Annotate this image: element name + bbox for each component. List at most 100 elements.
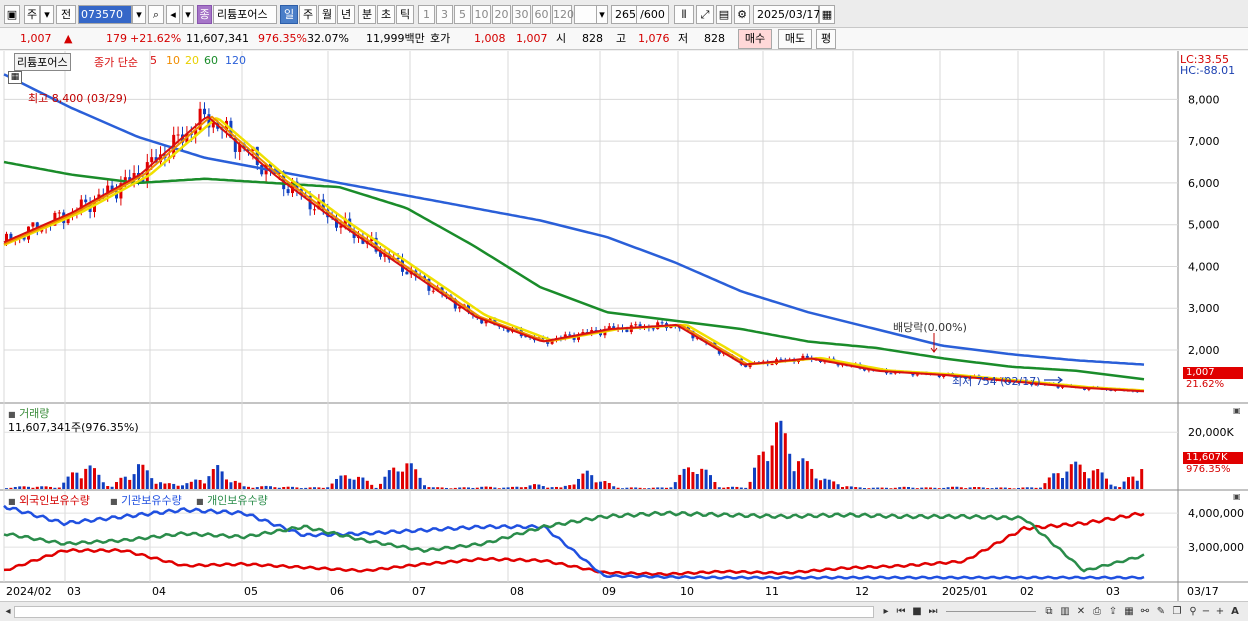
sound-icon[interactable]: ◂ xyxy=(166,5,180,24)
volume-bar xyxy=(229,482,233,489)
stock-name-field[interactable]: 리튬포어스 xyxy=(213,5,277,24)
volume-bar xyxy=(387,470,391,489)
volume-bar xyxy=(154,483,158,489)
volume-bar xyxy=(357,476,360,489)
calendar-icon[interactable]: ▦ xyxy=(819,5,835,24)
volume-bar xyxy=(242,486,246,489)
print-icon[interactable]: ⎙ xyxy=(1090,605,1104,619)
volume-bar xyxy=(695,474,699,489)
volume-bar xyxy=(893,487,897,489)
tab-period-tick[interactable]: 틱 xyxy=(396,5,414,24)
zoom-out-icon[interactable]: − xyxy=(1200,605,1212,619)
count-input[interactable]: 265 xyxy=(611,5,637,24)
volume-bar xyxy=(709,475,712,489)
volume-bar xyxy=(1047,477,1051,489)
ma5-legend: 5 xyxy=(150,54,157,67)
tab-period-second[interactable]: 초 xyxy=(377,5,395,24)
grid-toggle-icon[interactable]: ▦ xyxy=(1122,605,1136,619)
tab-period-month[interactable]: 월 xyxy=(318,5,336,24)
chart-type-icon[interactable]: ⫴ xyxy=(674,5,694,24)
chart-area[interactable]: 2024/02 03 04 05 06 07 08 09 10 11 12 2025/01 02 03 03… xyxy=(0,43,1248,601)
prev-button[interactable]: 전 xyxy=(56,5,76,24)
font-size-icon[interactable]: A xyxy=(1228,605,1242,619)
volume-bar xyxy=(656,487,660,489)
volume-bar xyxy=(625,487,629,489)
eval-button[interactable]: 평 xyxy=(816,29,836,49)
date-input[interactable]: 2025/03/17 xyxy=(753,5,820,24)
zoom-in-icon[interactable]: ⚲ xyxy=(1186,605,1200,619)
tab-period-minute[interactable]: 분 xyxy=(358,5,376,24)
volume-bar xyxy=(53,487,57,489)
high-label: 고 xyxy=(616,32,627,45)
export-icon[interactable]: ⇪ xyxy=(1106,605,1120,619)
tab-period-week[interactable]: 주 xyxy=(299,5,317,24)
market-select[interactable]: 주 xyxy=(24,5,40,24)
price-panel-title[interactable]: 리튬포어스 xyxy=(14,53,71,71)
save-icon[interactable]: ▤ xyxy=(716,5,732,24)
volume-bar xyxy=(946,487,950,489)
x-tick-label: 12 xyxy=(855,585,869,598)
sell-button[interactable]: 매도 xyxy=(778,29,812,49)
interval-30[interactable]: 30 xyxy=(512,5,531,24)
volume-bar xyxy=(18,486,22,489)
x-tick-label: 02 xyxy=(1020,585,1034,598)
institution-legend[interactable]: ■ 기관보유수량 xyxy=(110,492,182,508)
volume-panel-close-icon[interactable]: ▣ xyxy=(1233,406,1241,415)
volume-bar xyxy=(137,464,140,489)
volume-bar xyxy=(1078,464,1082,489)
volume-bar xyxy=(220,471,224,489)
window-menu-icon[interactable]: ▣ xyxy=(4,5,20,24)
interval-60[interactable]: 60 xyxy=(532,5,551,24)
scroll-left-icon[interactable]: ◂ xyxy=(2,605,14,619)
holdings-panel-close-icon[interactable]: ▣ xyxy=(1233,492,1241,501)
interval-120[interactable]: 120 xyxy=(552,5,574,24)
volume-bar xyxy=(1043,483,1047,489)
interval-10[interactable]: 10 xyxy=(472,5,491,24)
gear-icon[interactable]: ⚙ xyxy=(734,5,750,24)
draw-tool-icon[interactable]: ⤢ xyxy=(696,5,714,24)
volume-bar xyxy=(651,487,655,489)
volume-bar xyxy=(819,480,822,489)
volume-bar xyxy=(599,481,602,489)
volume-bar xyxy=(726,487,730,489)
pen-icon[interactable]: ✎ xyxy=(1154,605,1168,619)
zoom-plus-icon[interactable]: + xyxy=(1214,605,1226,619)
interval-5[interactable]: 5 xyxy=(454,5,471,24)
volume-bar xyxy=(687,467,690,489)
volume-bar xyxy=(942,487,946,489)
copy-icon[interactable]: ⧉ xyxy=(1042,605,1056,619)
foreign-legend[interactable]: ■ 외국인보유수량 xyxy=(8,492,90,508)
volume-bar xyxy=(621,488,624,489)
volume-bar xyxy=(827,479,831,489)
market-dropdown-icon[interactable]: ▾ xyxy=(40,5,54,24)
interval-20[interactable]: 20 xyxy=(492,5,511,24)
search-icon[interactable]: ⌕ xyxy=(148,5,164,24)
volume-bar xyxy=(66,476,70,489)
individual-legend[interactable]: ■ 개인보유수량 xyxy=(196,492,268,508)
sound-dropdown-icon[interactable]: ▾ xyxy=(182,5,194,24)
link-icon[interactable]: ⚯ xyxy=(1138,605,1152,619)
zoom-slider[interactable] xyxy=(946,611,1036,612)
first-page-icon[interactable]: ⏮ xyxy=(894,605,908,619)
chart-svg[interactable]: 2024/02 03 04 05 06 07 08 09 10 11 12 2025/01 02 03 03… xyxy=(0,43,1248,601)
code-dropdown-icon[interactable]: ▾ xyxy=(132,5,146,24)
volume-bar xyxy=(920,487,924,489)
last-page-icon[interactable]: ⏭ xyxy=(926,605,940,619)
interval-1[interactable]: 1 xyxy=(418,5,435,24)
window-icon[interactable]: ❐ xyxy=(1170,605,1184,619)
buy-button[interactable]: 매수 xyxy=(738,29,772,49)
volume-bar xyxy=(198,479,202,489)
scroll-right-icon[interactable]: ▸ xyxy=(880,605,892,619)
count-max-label: /600 xyxy=(637,5,669,24)
custom-interval-dropdown-icon[interactable]: ▾ xyxy=(596,5,608,24)
x-tick-label: 05 xyxy=(244,585,258,598)
tab-period-year[interactable]: 년 xyxy=(337,5,355,24)
cross-icon[interactable]: ✕ xyxy=(1074,605,1088,619)
stock-code-input[interactable]: 073570 xyxy=(78,5,132,24)
interval-3[interactable]: 3 xyxy=(436,5,453,24)
tab-period-day[interactable]: 일 xyxy=(280,5,298,24)
scroll-track[interactable] xyxy=(14,606,874,618)
table-toggle-icon[interactable]: ▦ xyxy=(8,71,22,84)
stop-icon[interactable]: ■ xyxy=(910,605,924,619)
layout-icon[interactable]: ▥ xyxy=(1058,605,1072,619)
